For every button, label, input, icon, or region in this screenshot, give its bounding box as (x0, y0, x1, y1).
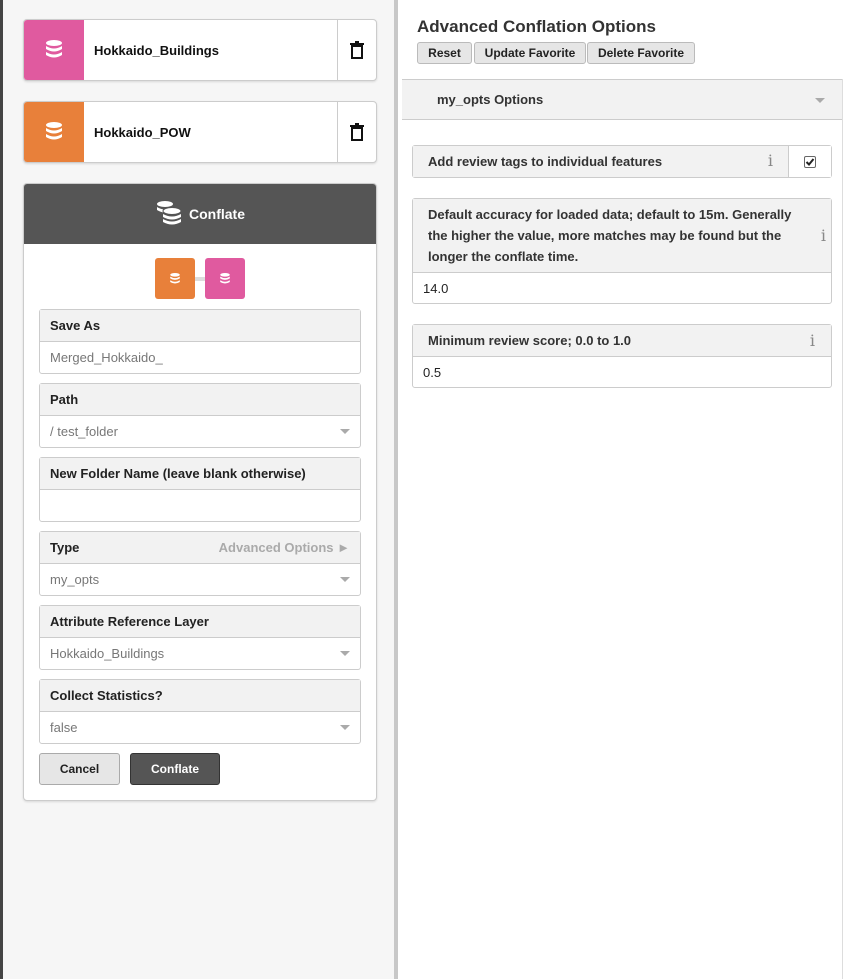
delete-favorite-button[interactable]: Delete Favorite (587, 42, 695, 64)
option-default-accuracy: Default accuracy for loaded data; defaul… (412, 198, 832, 304)
conflate-panel-title: Conflate (189, 206, 245, 222)
option-label-row: Add review tags to individual features i (413, 146, 831, 177)
database-icon (205, 258, 245, 299)
database-icon (155, 258, 195, 299)
stacked-database-icon (155, 200, 183, 229)
checkmark-icon (804, 155, 816, 168)
new-folder-input[interactable] (40, 490, 360, 521)
scrollbar[interactable] (842, 79, 850, 979)
conflate-button[interactable]: Conflate (130, 753, 220, 785)
options-group-title: my_opts Options (437, 92, 544, 107)
database-icon (24, 20, 84, 80)
layer-card-pow[interactable]: Hokkaido_POW (23, 101, 377, 163)
layer-merge-icons (24, 244, 376, 310)
caret-down-icon (340, 725, 350, 730)
layer-name: Hokkaido_POW (94, 124, 191, 140)
advanced-options-link[interactable]: Advanced Options ► (219, 540, 350, 555)
update-favorite-button[interactable]: Update Favorite (474, 42, 586, 64)
option-label-row: Minimum review score; 0.0 to 1.0 i (413, 325, 831, 357)
cancel-button[interactable]: Cancel (39, 753, 120, 785)
default-accuracy-input[interactable]: 14.0 (413, 273, 831, 303)
left-sidebar: Hokkaido_Buildings Hokkaido_POW Conflate (0, 0, 398, 979)
info-icon[interactable]: i (810, 331, 815, 350)
path-field: Path / test_folder (39, 383, 361, 448)
collect-statistics-field: Collect Statistics? false (39, 679, 361, 744)
caret-down-icon (340, 651, 350, 656)
type-label: Type (50, 540, 80, 555)
review-tags-checkbox[interactable] (788, 146, 831, 177)
trash-icon[interactable] (337, 102, 376, 162)
path-value: / test_folder (50, 424, 118, 439)
type-select[interactable]: my_opts (40, 564, 360, 595)
caret-down-icon (815, 98, 825, 103)
new-folder-field: New Folder Name (leave blank otherwise) (39, 457, 361, 522)
field-label: Attribute Reference Layer (40, 606, 360, 638)
type-value: my_opts (50, 572, 100, 587)
reset-button[interactable]: Reset (417, 42, 472, 64)
advanced-options-title: Advanced Conflation Options (417, 17, 656, 36)
info-icon[interactable]: i (768, 151, 773, 170)
attribute-reference-value: Hokkaido_Buildings (50, 646, 165, 661)
path-select[interactable]: / test_folder (40, 416, 360, 447)
option-label-row: Default accuracy for loaded data; defaul… (413, 199, 831, 273)
field-label: Collect Statistics? (40, 680, 360, 712)
layer-name: Hokkaido_Buildings (94, 42, 219, 58)
field-label: Type Advanced Options ► (40, 532, 360, 564)
collect-statistics-value: false (50, 720, 78, 735)
option-label: Minimum review score; 0.0 to 1.0 (428, 333, 632, 348)
options-group-header[interactable]: my_opts Options (402, 79, 850, 120)
field-label: New Folder Name (leave blank otherwise) (40, 458, 360, 490)
option-min-review-score: Minimum review score; 0.0 to 1.0 i 0.5 (412, 324, 832, 388)
conflate-panel-header: Conflate (24, 184, 376, 244)
database-icon (24, 102, 84, 162)
caret-down-icon (340, 429, 350, 434)
attribute-reference-select[interactable]: Hokkaido_Buildings (40, 638, 360, 669)
save-as-field: Save As Merged_Hokkaido_ (39, 309, 361, 374)
collect-statistics-select[interactable]: false (40, 712, 360, 743)
layer-card-buildings[interactable]: Hokkaido_Buildings (23, 19, 377, 81)
save-as-input[interactable]: Merged_Hokkaido_ (40, 342, 360, 373)
option-label: Default accuracy for loaded data; defaul… (428, 207, 792, 264)
option-label: Add review tags to individual features (428, 154, 663, 169)
attribute-reference-field: Attribute Reference Layer Hokkaido_Build… (39, 605, 361, 670)
trash-icon[interactable] (337, 20, 376, 80)
conflate-panel: Conflate Save As Merged_Hokkaido_ Path /… (23, 183, 377, 801)
info-icon[interactable]: i (821, 225, 826, 246)
option-review-tags: Add review tags to individual features i (412, 145, 832, 178)
advanced-options-pane: Advanced Conflation Options Reset Update… (402, 0, 850, 979)
type-field: Type Advanced Options ► my_opts (39, 531, 361, 596)
caret-down-icon (340, 577, 350, 582)
field-label: Save As (40, 310, 360, 342)
min-review-score-input[interactable]: 0.5 (413, 357, 831, 387)
field-label: Path (40, 384, 360, 416)
